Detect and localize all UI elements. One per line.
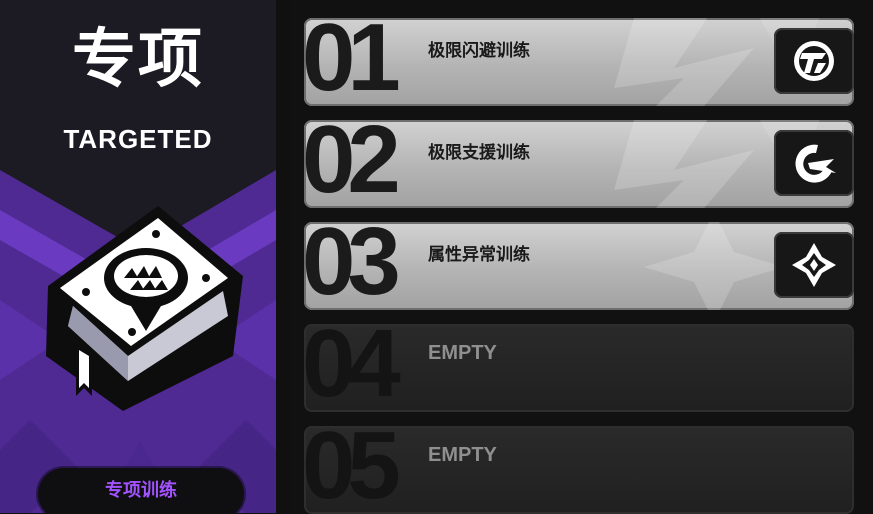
training-label: 属性异常训练 bbox=[428, 245, 530, 265]
training-label: EMPTY bbox=[428, 342, 497, 364]
dodge-emblem-icon bbox=[774, 28, 854, 94]
category-title-en: TARGETED bbox=[63, 124, 213, 154]
category-title-cn: 专项 bbox=[72, 23, 204, 97]
support-emblem-icon bbox=[774, 130, 854, 196]
training-label: 极限支援训练 bbox=[428, 143, 530, 163]
training-manual-book-icon bbox=[46, 206, 243, 411]
targeted-training-button[interactable]: 专项训练 bbox=[38, 468, 244, 513]
training-row-02[interactable]: 02 极限支援训练 bbox=[304, 120, 854, 208]
training-number: 04 bbox=[304, 324, 401, 412]
anomaly-emblem-icon bbox=[774, 232, 854, 298]
training-row-03[interactable]: 03 属性异常训练 bbox=[304, 222, 854, 310]
training-label: 极限闪避训练 bbox=[428, 41, 530, 61]
training-number: 03 bbox=[304, 222, 401, 310]
category-panel: 专项 TARGETED 专项训练 bbox=[0, 0, 276, 513]
training-label: EMPTY bbox=[428, 444, 497, 466]
training-number: 02 bbox=[304, 120, 401, 208]
training-number: 05 bbox=[304, 426, 401, 514]
training-list: 01 极限闪避训练 02 极限支援训练 03 属性异常训练 04 EMPTY 0… bbox=[290, 0, 873, 514]
training-row-05: 05 EMPTY bbox=[304, 426, 854, 514]
training-row-01[interactable]: 01 极限闪避训练 bbox=[304, 18, 854, 106]
targeted-training-button-label: 专项训练 bbox=[105, 480, 177, 501]
training-row-04: 04 EMPTY bbox=[304, 324, 854, 412]
training-number: 01 bbox=[304, 18, 401, 106]
